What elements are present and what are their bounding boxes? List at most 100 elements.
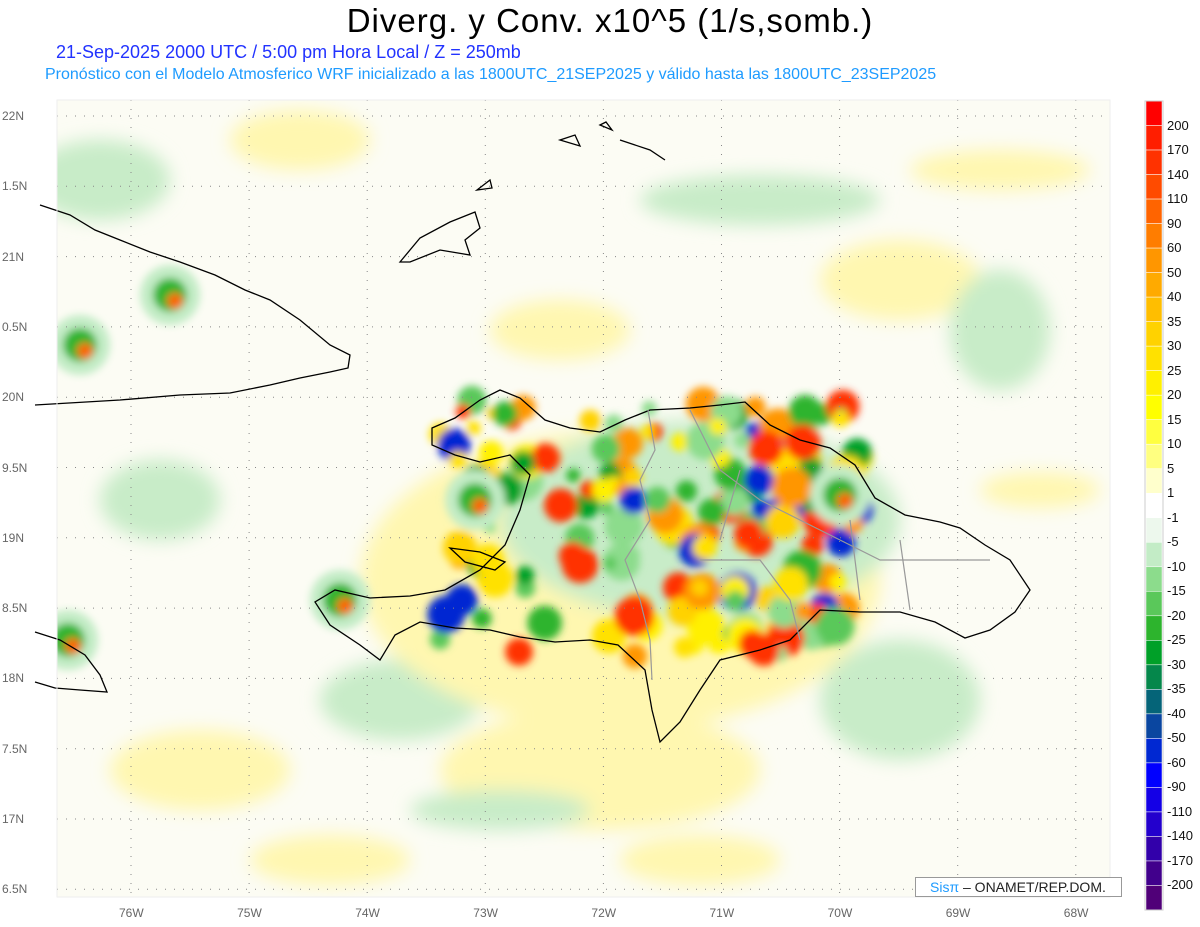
field-blob [410,790,590,830]
lon-label: 70W [827,906,853,920]
colorbar-bin [1145,615,1163,641]
lon-label: 75W [237,906,262,920]
colorbar-bin [1145,321,1163,347]
colorbar-bin [1145,443,1163,469]
colorbar-bin [1145,738,1163,764]
lat-label: 7.5N [2,741,28,756]
field-cell [670,433,689,451]
field-blob [980,472,1100,508]
colorbar-label: 30 [1167,338,1182,354]
colorbar-label: 20 [1167,387,1182,403]
lat-label: 6.5N [2,882,28,897]
field-blob [820,640,980,760]
field-cell [832,410,850,428]
field-cell [167,293,183,309]
colorbar-label: -5 [1167,534,1179,550]
field-cell [771,467,812,508]
colorbar-label: 90 [1167,215,1182,231]
colorbar-label: 35 [1167,313,1182,329]
field-cell [644,486,671,513]
field-cell [591,478,616,502]
credit-brand: Sisπ [930,879,960,895]
colorbar [1144,100,1164,911]
field-blob [230,110,370,170]
field-cell [561,546,599,584]
colorbar-bin [1145,517,1163,543]
field-cell [337,598,353,614]
colorbar-label: 5 [1167,460,1175,476]
field-cell [566,468,581,483]
colorbar-bin [1145,566,1163,592]
field-cell [815,606,855,646]
lat-label: 0.5N [2,319,28,334]
field-cell [579,409,602,432]
colorbar-label: -1 [1167,509,1179,525]
colorbar-bin [1145,689,1163,715]
colorbar-bin [1145,296,1163,322]
field-blob [620,835,780,885]
field-cell [622,643,648,669]
field-cell [505,637,533,666]
credit-box: Sisπ – ONAMET/REP.DOM. [915,877,1122,897]
lon-label: 76W [119,906,144,920]
lat-label: 18N [2,671,25,686]
colorbar-bin [1145,468,1163,494]
colorbar-label: 40 [1167,289,1182,305]
field-cell [837,493,853,509]
colorbar-label: -10 [1167,558,1186,574]
lon-label: 68W [1063,906,1089,920]
lat-label: 22N [2,109,25,123]
lat-label: 9.5N [2,460,28,475]
field-blob [640,175,880,225]
lat-label: 1.5N [2,179,28,194]
colorbar-label: 200 [1167,117,1189,133]
colorbar-label: -40 [1167,705,1186,721]
colorbar-bin [1145,713,1163,739]
colorbar-label: -25 [1167,632,1186,648]
field-cell [734,432,751,448]
field-cell [745,396,766,417]
field-cell [77,343,93,359]
lon-label: 71W [709,906,735,920]
valid-time-subtitle: 21-Sep-2025 2000 UTC / 5:00 pm Hora Loca… [56,42,521,62]
colorbar-label: 10 [1167,436,1182,452]
field-blob [250,835,410,885]
field-cell [543,488,578,523]
colorbar-label: -20 [1167,607,1186,623]
field-cell [691,579,708,596]
colorbar-label: -140 [1167,828,1194,844]
field-cell [725,590,746,611]
field-blob [110,730,290,810]
lon-label: 69W [945,906,971,920]
field-cell [788,394,822,429]
field-cell [785,424,821,461]
colorbar-bin [1145,885,1163,911]
colorbar-bin [1145,492,1163,519]
field-cell [510,450,536,476]
lat-label: 21N [2,249,25,264]
field-cell [744,465,775,495]
colorbar-label: 140 [1167,166,1189,182]
field-blob [490,300,630,360]
colorbar-bin [1145,640,1163,666]
chart-title: Diverg. y Conv. x10^5 (1/s,somb.) [346,2,874,39]
colorbar-label: -30 [1167,656,1186,672]
credit-text: – ONAMET/REP.DOM. [959,879,1106,895]
field-cell [527,605,563,641]
colorbar-label: 50 [1167,264,1182,280]
field-cell [773,566,808,602]
field-cell [603,556,617,571]
field-cell [466,420,481,436]
field-cell [515,566,535,585]
colorbar-bin [1145,836,1163,862]
field-blob [910,150,1090,190]
colorbar-bin [1145,247,1163,273]
lat-label: 20N [2,390,25,405]
field-cell [692,535,717,560]
colorbar-label: 110 [1167,191,1188,207]
colorbar-label: -50 [1167,730,1186,746]
field-cell [748,430,784,466]
field-cell [604,414,623,434]
divergence-map [34,99,1164,911]
colorbar-bin [1145,345,1163,371]
